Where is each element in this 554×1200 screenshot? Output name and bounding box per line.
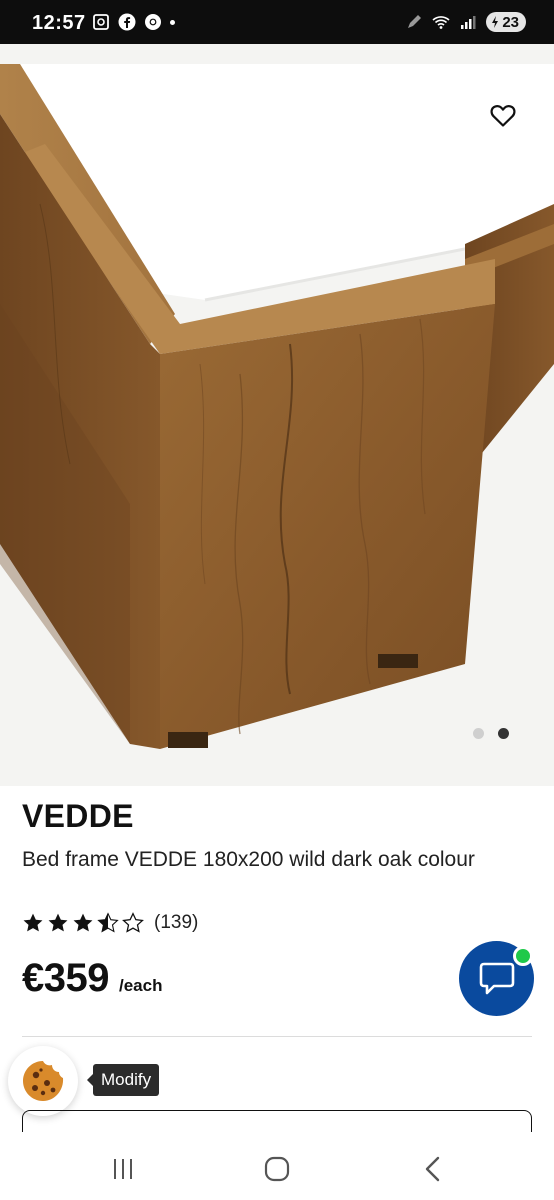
status-icons-right: 23	[405, 12, 526, 32]
notification-dot	[170, 19, 175, 25]
facebook-icon	[118, 13, 136, 31]
cookie-icon	[23, 1061, 64, 1101]
star-half-icon	[97, 912, 119, 933]
rating-count[interactable]: (139)	[154, 912, 198, 934]
home-button[interactable]	[257, 1154, 297, 1184]
pen-icon	[408, 15, 422, 28]
star-empty-icon	[122, 912, 144, 933]
carousel-dot-active[interactable]	[498, 728, 509, 739]
carousel-dot[interactable]	[473, 728, 484, 739]
modify-tooltip: Modify	[86, 1064, 160, 1096]
battery-level: 23	[502, 13, 519, 31]
wifi-icon	[432, 16, 450, 29]
chat-online-dot	[513, 946, 533, 966]
status-bar: 12:57 23	[0, 0, 554, 44]
rating-row[interactable]: (139)	[22, 912, 198, 934]
status-time: 12:57	[32, 12, 86, 34]
star-filled-icon	[73, 913, 93, 932]
cookie-settings-button[interactable]	[8, 1046, 78, 1116]
bed-frame-image	[0, 44, 554, 786]
back-button[interactable]	[413, 1154, 453, 1184]
price-unit: /each	[118, 976, 163, 995]
carousel-indicator	[473, 728, 509, 739]
recent-apps-button[interactable]	[103, 1154, 143, 1184]
android-nav-bar	[0, 1132, 554, 1200]
battery-icon	[492, 16, 499, 28]
battery-indicator: 23	[486, 12, 526, 32]
recent-apps-icon	[114, 1159, 132, 1179]
divider	[22, 1036, 532, 1037]
product-image-carousel[interactable]	[0, 44, 554, 786]
chrome-icon	[145, 14, 161, 30]
star-filled-icon	[48, 913, 68, 932]
price-value: €359	[22, 956, 109, 1000]
status-icons-left	[92, 13, 175, 31]
signal-icon	[461, 16, 476, 29]
favorite-button[interactable]	[490, 104, 520, 134]
product-description: Bed frame VEDDE 180x200 wild dark oak co…	[22, 848, 475, 871]
chat-bubble-icon	[479, 962, 514, 994]
home-icon	[264, 1156, 290, 1182]
heart-icon	[490, 105, 516, 127]
price-row: €359 /each	[22, 956, 162, 1001]
star-filled-icon	[23, 913, 43, 932]
screenshot-icon	[93, 14, 109, 30]
back-chevron-icon	[425, 1156, 440, 1182]
product-name: VEDDE	[22, 798, 134, 834]
